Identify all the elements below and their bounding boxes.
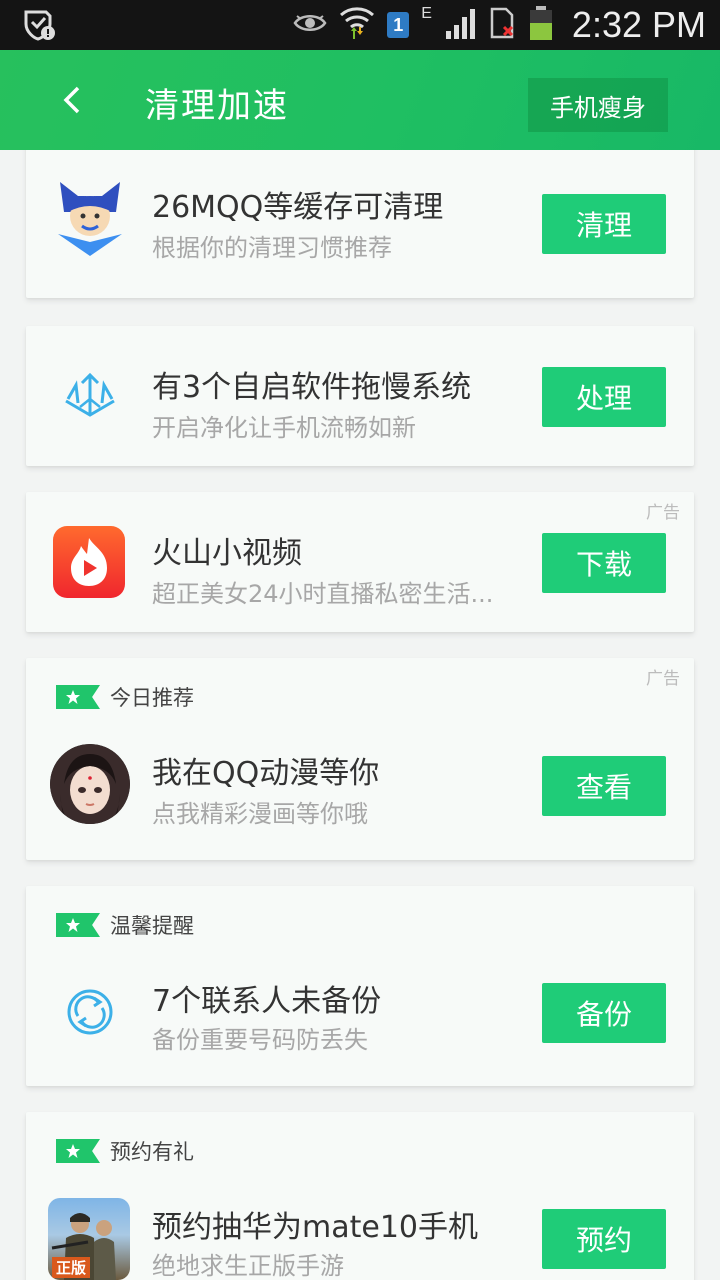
huoshan-ad-card: 广告 火山小视频 超正美女24小时直播私密生活... 下载 — [26, 492, 694, 632]
wifi-icon — [339, 5, 375, 45]
card-subtitle: 开启净化让手机流畅如新 — [152, 414, 416, 442]
card-list[interactable]: 26MQQ等缓存可清理 根据你的清理习惯推荐 清理 有3个自启软件拖慢系统 开启… — [0, 150, 720, 1280]
star-flag-icon — [56, 685, 100, 709]
contact-backup-card: 温馨提醒 7个联系人未备份 备份重要号码防丢失 备份 — [26, 886, 694, 1086]
app-bar: 清理加速 手机瘦身 — [0, 50, 720, 150]
phone-slim-button[interactable]: 手机瘦身 — [528, 78, 668, 132]
sync-icon — [50, 972, 130, 1052]
status-bar: 1 E 2:32 PM — [0, 0, 720, 50]
network-type-label: E — [421, 5, 432, 22]
page-title: 清理加速 — [145, 86, 289, 126]
reminder-tag: 温馨提醒 — [56, 910, 194, 940]
card-subtitle: 点我精彩漫画等你哦 — [152, 800, 368, 828]
handle-button[interactable]: 处理 — [542, 367, 666, 427]
card-title: 有3个自启软件拖慢系统 — [152, 370, 472, 405]
autostart-card: 有3个自启软件拖慢系统 开启净化让手机流畅如新 处理 — [26, 326, 694, 466]
card-subtitle: 备份重要号码防丢失 — [152, 1026, 368, 1054]
official-version-badge: 正版 — [52, 1257, 91, 1278]
game-app-icon: 正版 — [48, 1198, 130, 1280]
tag-label: 温馨提醒 — [110, 914, 194, 938]
tag-label: 今日推荐 — [110, 686, 194, 710]
card-title: 我在QQ动漫等你 — [152, 756, 380, 791]
card-subtitle: 根据你的清理习惯推荐 — [152, 234, 392, 262]
view-button[interactable]: 查看 — [542, 756, 666, 816]
qq-comic-card: 广告 今日推荐 我在QQ动漫等你 点我精彩漫画等你哦 查看 — [26, 658, 694, 860]
reserve-button[interactable]: 预约 — [542, 1209, 666, 1269]
pubg-reserve-card: 预约有礼 正版 预约抽华为mate10手机 绝地求生正版手游 预约 — [26, 1112, 694, 1280]
battery-icon — [528, 5, 554, 45]
card-title: 预约抽华为mate10手机 — [152, 1210, 479, 1245]
clean-button[interactable]: 清理 — [542, 194, 666, 254]
tag-label: 预约有礼 — [110, 1140, 194, 1164]
card-title: 火山小视频 — [152, 536, 302, 571]
sim-card-icon — [490, 7, 516, 43]
back-button[interactable] — [52, 80, 92, 120]
ad-label: 广告 — [646, 503, 680, 523]
star-flag-icon — [56, 1139, 100, 1163]
backup-button[interactable]: 备份 — [542, 983, 666, 1043]
trident-icon — [50, 356, 130, 436]
signal-icon — [444, 7, 478, 43]
card-title: 26MQQ等缓存可清理 — [152, 190, 444, 225]
chevron-left-icon — [63, 86, 80, 114]
shield-notification-icon — [22, 8, 58, 46]
card-title: 7个联系人未备份 — [152, 984, 382, 1019]
star-flag-icon — [56, 913, 100, 937]
recommend-tag: 今日推荐 — [56, 682, 194, 712]
cleaner-mascot-icon — [50, 178, 130, 258]
comic-avatar-icon — [50, 744, 130, 824]
cache-clean-card: 26MQQ等缓存可清理 根据你的清理习惯推荐 清理 — [26, 150, 694, 298]
sim-badge-icon: 1 — [387, 12, 410, 38]
status-time: 2:32 PM — [571, 4, 706, 45]
huoshan-video-logo-icon — [53, 526, 125, 598]
download-button[interactable]: 下载 — [542, 533, 666, 593]
card-subtitle: 超正美女24小时直播私密生活... — [152, 580, 494, 608]
eye-icon — [293, 12, 327, 38]
ad-label: 广告 — [646, 669, 680, 689]
card-subtitle: 绝地求生正版手游 — [152, 1252, 344, 1280]
reserve-gift-tag: 预约有礼 — [56, 1136, 194, 1166]
